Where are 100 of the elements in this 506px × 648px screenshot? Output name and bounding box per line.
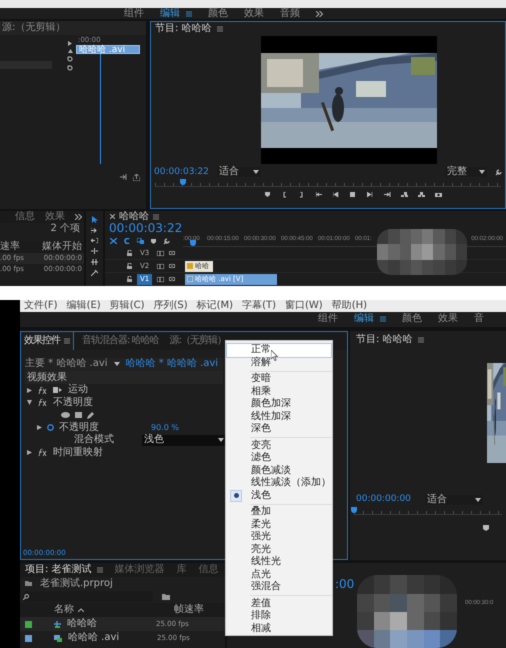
magnet-icon[interactable] <box>124 238 130 244</box>
collapsed-triangle-icon[interactable] <box>37 425 42 430</box>
playhead-handle[interactable] <box>180 179 186 185</box>
caret-icon[interactable] <box>218 438 224 442</box>
menu-item[interactable]: 相乘 <box>227 386 331 398</box>
eye-icon[interactable] <box>169 264 176 268</box>
arrow-icon[interactable] <box>92 216 98 223</box>
menu-item[interactable]: 编辑(E) <box>66 300 101 311</box>
film-icon[interactable] <box>157 250 164 256</box>
workspace-tab[interactable]: 组件 <box>124 8 144 18</box>
search-field[interactable] <box>23 591 153 602</box>
eye-icon[interactable] <box>169 277 176 281</box>
go-to-in-icon[interactable] <box>316 192 322 198</box>
ripple-edit-icon[interactable] <box>91 238 98 243</box>
menu-item[interactable]: 深色 <box>227 423 331 436</box>
wrench-icon[interactable] <box>495 168 502 176</box>
label-color-swatch[interactable] <box>25 620 32 628</box>
panel-tab[interactable]: 音轨混合器: 哈哈哈 <box>79 332 162 350</box>
menu-item[interactable]: 颜色加深 <box>227 398 331 410</box>
sequence-clip-link[interactable]: 哈哈哈 * 哈哈哈 .avi <box>126 359 218 370</box>
menu-item[interactable]: 浅色 <box>227 490 331 502</box>
close-icon[interactable] <box>110 214 115 219</box>
step-forward-icon[interactable] <box>366 192 374 198</box>
rate-stretch-icon[interactable] <box>91 259 98 265</box>
chevron-icon[interactable] <box>316 10 323 16</box>
workspace-tab[interactable]: 音频 <box>280 8 300 18</box>
reset-icon[interactable] <box>67 56 73 62</box>
property-value[interactable]: 90.0 % <box>151 424 179 432</box>
marker-icon[interactable] <box>264 192 272 198</box>
fit-dropdown[interactable]: 适合 <box>216 167 261 177</box>
collapsed-triangle-icon[interactable] <box>27 450 32 456</box>
overwrite-icon[interactable] <box>418 192 424 198</box>
stop-icon[interactable] <box>350 192 356 198</box>
pen-icon[interactable] <box>87 412 94 419</box>
column-header[interactable]: 名称 <box>54 605 174 616</box>
caret-icon[interactable] <box>479 170 485 174</box>
menu-icon[interactable] <box>380 316 386 322</box>
caret-icon[interactable] <box>114 362 120 366</box>
fx-icon[interactable] <box>38 449 47 456</box>
marker-icon[interactable] <box>151 238 156 244</box>
go-to-out-icon[interactable] <box>384 192 390 198</box>
panel-tab[interactable]: 效果控件 <box>21 332 74 350</box>
menu-icon[interactable] <box>186 10 192 16</box>
linked-selection-icon[interactable] <box>137 238 144 244</box>
fx-icon[interactable] <box>38 386 47 394</box>
marker-icon[interactable] <box>483 524 489 531</box>
workspace-tab[interactable]: 效果 <box>438 314 458 324</box>
panel-tab[interactable]: 效果 <box>45 212 65 222</box>
film-icon[interactable] <box>157 276 164 282</box>
menu-item[interactable]: 变暗 <box>227 373 331 386</box>
menu-item[interactable]: 颜色减淡 <box>227 464 331 477</box>
insert-icon[interactable] <box>400 192 408 198</box>
workspace-tab[interactable]: 颜色 <box>402 314 422 324</box>
panel-tab[interactable]: 源:（无剪辑） <box>166 332 229 350</box>
caret-icon[interactable] <box>252 170 259 174</box>
menu-item[interactable]: 变亮 <box>227 440 331 452</box>
menu-item[interactable]: 正常 <box>227 344 331 356</box>
menu-item[interactable]: 线性光 <box>227 556 331 568</box>
menu-item[interactable]: 强混合 <box>227 581 331 594</box>
menu-item[interactable]: 线性减淡（添加） <box>227 477 331 490</box>
menu-item[interactable]: 点光 <box>227 568 331 581</box>
menu-item[interactable]: 亮光 <box>227 544 331 556</box>
chevron-icon[interactable] <box>75 214 82 220</box>
workspace-tab[interactable]: 编辑 <box>354 314 374 324</box>
menu-item[interactable]: 滤色 <box>227 452 331 464</box>
rectangle-mask-icon[interactable] <box>75 412 82 418</box>
workspace-tab[interactable]: 组件 <box>318 314 338 324</box>
menu-icon[interactable] <box>96 567 103 574</box>
film-icon[interactable] <box>157 264 164 268</box>
menu-item[interactable]: 排除 <box>227 610 331 622</box>
menu-icon[interactable] <box>64 338 70 344</box>
workspace-tab[interactable]: 效果 <box>244 8 264 18</box>
playhead-handle[interactable] <box>190 240 196 246</box>
workspace-tab[interactable]: 颜色 <box>208 8 228 18</box>
lock-icon[interactable] <box>127 263 132 269</box>
step-back-icon[interactable] <box>332 192 340 198</box>
play-triangle-icon[interactable] <box>68 41 72 46</box>
nest-icon[interactable] <box>110 238 117 244</box>
menu-item[interactable]: 溶解 <box>227 356 331 369</box>
fx-icon[interactable] <box>38 399 47 406</box>
menu-icon[interactable] <box>216 26 223 32</box>
menu-item[interactable]: 相减 <box>227 622 331 635</box>
eye-icon[interactable] <box>169 251 176 255</box>
menu-item[interactable]: 强光 <box>227 531 331 544</box>
menu-item[interactable]: 差值 <box>227 598 331 610</box>
blend-mode-dropdown[interactable]: 浅色 <box>142 434 226 446</box>
up-triangle-icon[interactable] <box>68 49 72 53</box>
resolution-dropdown[interactable]: 完整 <box>445 167 487 177</box>
panel-tab[interactable]: 信息 <box>15 212 35 222</box>
label-color-swatch[interactable] <box>25 634 32 642</box>
menu-item[interactable]: 标记(M) <box>196 300 234 311</box>
menu-item[interactable]: 帮助(H) <box>332 300 368 311</box>
menu-item[interactable]: 线性加深 <box>227 410 331 423</box>
caret-icon[interactable] <box>474 498 481 502</box>
playhead-handle[interactable] <box>351 506 357 513</box>
workspace-tab[interactable]: 音 <box>474 314 484 324</box>
collapsed-triangle-icon[interactable] <box>27 388 32 393</box>
new-bin-icon[interactable] <box>162 594 170 600</box>
column-header[interactable]: 媒体开始 <box>42 241 82 253</box>
mark-in-icon[interactable] <box>282 192 288 198</box>
